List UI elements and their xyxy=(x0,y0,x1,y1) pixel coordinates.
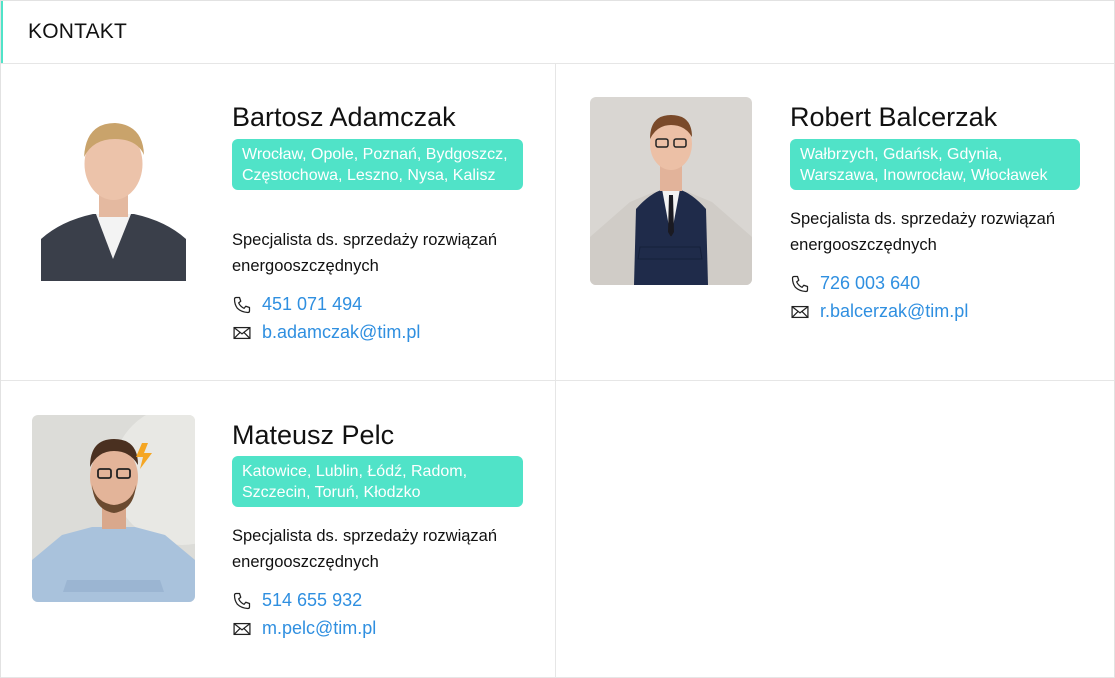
envelope-icon xyxy=(791,305,809,318)
regions-badge: Wałbrzych, Gdańsk, Gdynia, Warszawa, Ino… xyxy=(790,139,1080,190)
email-row: b.adamczak@tim.pl xyxy=(232,322,420,343)
email-link[interactable]: b.adamczak@tim.pl xyxy=(262,322,420,343)
email-row: m.pelc@tim.pl xyxy=(232,618,376,639)
contact-name: Mateusz Pelc xyxy=(232,420,395,450)
phone-link[interactable]: 726 003 640 xyxy=(820,273,920,294)
contact-name: Bartosz Adamczak xyxy=(232,102,456,132)
contact-photo xyxy=(32,415,195,602)
regions-badge: Katowice, Lublin, Łódź, Radom, Szczecin,… xyxy=(232,456,523,507)
contact-photo xyxy=(41,109,186,281)
contact-name: Robert Balcerzak xyxy=(790,102,998,132)
email-row: r.balcerzak@tim.pl xyxy=(790,301,968,322)
phone-icon xyxy=(791,275,809,292)
contact-panel: KONTAKT Bartosz Adamczak Wrocław, Opole,… xyxy=(0,0,1115,678)
email-link[interactable]: m.pelc@tim.pl xyxy=(262,618,376,639)
phone-icon xyxy=(233,296,251,313)
regions-badge: Wrocław, Opole, Poznań, Bydgoszcz, Częst… xyxy=(232,139,523,190)
section-header: KONTAKT xyxy=(1,1,1114,64)
email-link[interactable]: r.balcerzak@tim.pl xyxy=(820,301,968,322)
contact-role: Specjalista ds. sprzedaży rozwiązań ener… xyxy=(232,527,498,571)
contact-photo xyxy=(590,97,752,285)
contact-card-robert: Robert Balcerzak Wałbrzych, Gdańsk, Gdyn… xyxy=(556,64,1114,381)
phone-row: 514 655 932 xyxy=(232,590,362,611)
phone-link[interactable]: 514 655 932 xyxy=(262,590,362,611)
contact-role: Specjalista ds. sprzedaży rozwiązań ener… xyxy=(232,231,498,275)
contact-card-mateusz: Mateusz Pelc Katowice, Lublin, Łódź, Rad… xyxy=(1,381,556,678)
phone-row: 726 003 640 xyxy=(790,273,920,294)
phone-icon xyxy=(233,592,251,609)
empty-card-slot xyxy=(556,381,1114,678)
section-title: KONTAKT xyxy=(28,20,128,43)
envelope-icon xyxy=(233,622,251,635)
phone-link[interactable]: 451 071 494 xyxy=(262,294,362,315)
contact-role: Specjalista ds. sprzedaży rozwiązań ener… xyxy=(790,210,1056,254)
phone-row: 451 071 494 xyxy=(232,294,362,315)
header-accent-bar xyxy=(1,1,3,63)
contact-card-bartosz: Bartosz Adamczak Wrocław, Opole, Poznań,… xyxy=(1,64,556,381)
envelope-icon xyxy=(233,326,251,339)
